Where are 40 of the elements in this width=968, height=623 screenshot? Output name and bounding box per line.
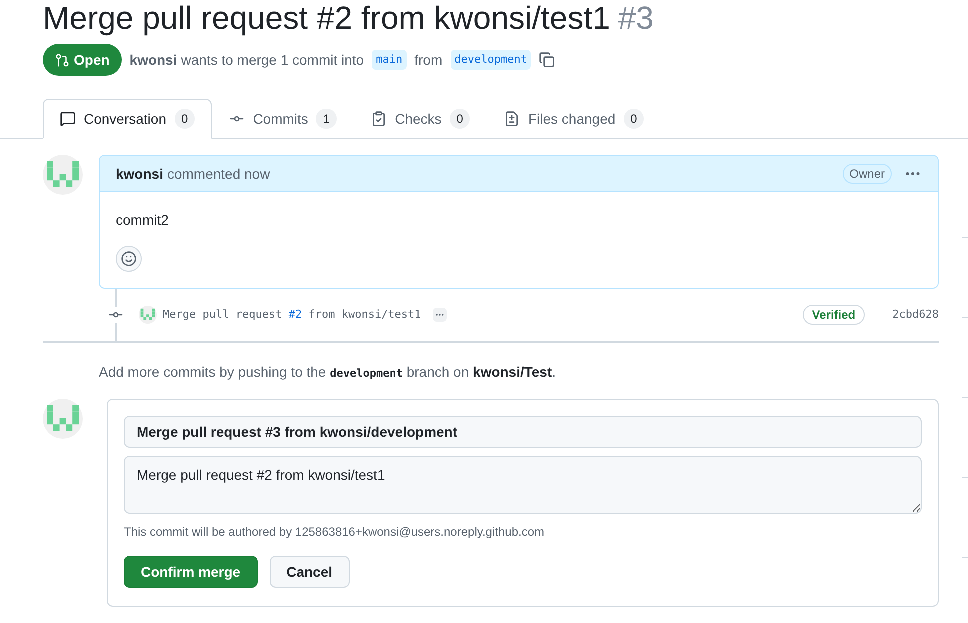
push-hint: Add more commits by pushing to the development branch on kwonsi/Test. (99, 363, 558, 382)
tab-count: 0 (624, 109, 644, 129)
conversation-icon (60, 111, 76, 127)
commit-title-field[interactable]: Merge pull request #3 from kwonsi/development (124, 416, 922, 448)
base-branch[interactable]: main (372, 50, 407, 70)
commit-message[interactable]: Merge pull request #2 from kwonsi/test1 (163, 306, 422, 324)
avatar-icon (43, 155, 83, 195)
pull-request-icon (55, 52, 70, 68)
avatar-icon (139, 306, 157, 324)
files-icon (504, 111, 520, 127)
open-status-badge: Open (43, 44, 122, 76)
head-branch[interactable]: development (450, 50, 532, 70)
merge-summary: wants to merge 1 commit into (181, 51, 364, 70)
copy-icon[interactable] (539, 52, 556, 68)
comment-time: commented now (167, 164, 270, 184)
author-note: This commit will be authored by 125863816+kwonsi@users.noreply.github.com (124, 524, 546, 540)
tab[interactable]: Files changed 0 (487, 99, 662, 139)
tab[interactable]: Conversation 0 (43, 99, 212, 139)
tab-count: 1 (316, 109, 338, 129)
smiley-icon (121, 251, 137, 267)
tab[interactable]: Checks 0 (354, 99, 488, 139)
avatar-icon (43, 399, 83, 439)
commit-sha[interactable]: 2cbd628 (892, 306, 939, 324)
tab[interactable]: Commits 1 (212, 99, 354, 139)
owner-badge: Owner (842, 164, 892, 184)
cancel-button[interactable]: Cancel (270, 556, 350, 588)
confirm-merge-button[interactable]: Confirm merge (124, 556, 258, 588)
pr-title: Merge pull request #2 from kwonsi/test1 (43, 2, 610, 34)
tab-count: 0 (450, 109, 470, 129)
tab-count: 0 (174, 109, 196, 129)
commit-body-field[interactable]: Merge pull request #2 from kwonsi/test1 (124, 456, 922, 514)
reaction-button[interactable] (116, 246, 142, 272)
from-label: from (414, 51, 443, 70)
pr-number: #3 (618, 2, 654, 34)
checks-icon (371, 111, 388, 127)
comment-author[interactable]: kwonsi (116, 164, 164, 184)
comment-body: commit2 (116, 211, 170, 230)
expand-icon[interactable] (433, 308, 448, 322)
author-link[interactable]: kwonsi (130, 50, 178, 70)
verified-badge[interactable]: Verified (803, 305, 865, 325)
